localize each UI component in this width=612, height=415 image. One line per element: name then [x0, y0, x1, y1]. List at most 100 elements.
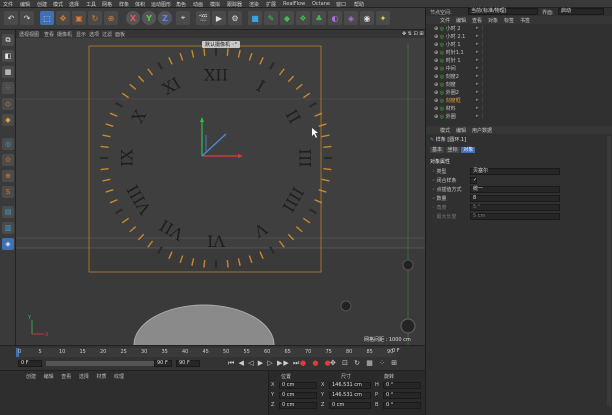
coord-size-field[interactable]: 146.531 cm	[329, 382, 371, 389]
menu-window[interactable]: 窗口	[336, 1, 346, 8]
light-icon[interactable]: ✦	[376, 11, 390, 25]
attr-scrollbar[interactable]	[607, 136, 611, 406]
scale-tool-icon[interactable]: ▣	[72, 11, 86, 25]
edges-mode-icon[interactable]: ◇	[2, 98, 14, 110]
undo-icon[interactable]: ↶	[4, 11, 18, 25]
model-mode-icon[interactable]: ◧	[2, 50, 14, 62]
end-frame-field-2[interactable]: 90 F	[176, 360, 200, 367]
visibility-dots-icon[interactable]: ▸ ⋮	[476, 97, 485, 103]
om-menu-file[interactable]: 文件	[440, 17, 450, 24]
menu-character[interactable]: 角色	[176, 1, 186, 8]
coord-position-field[interactable]: 0 cm	[279, 392, 317, 399]
grid-icon[interactable]: ▤	[2, 206, 14, 218]
end-frame-field[interactable]: 90 F	[154, 360, 172, 367]
material-menu-create[interactable]: 创建	[26, 374, 36, 380]
lock-workplane-icon[interactable]: ▥	[2, 222, 14, 234]
tab-coord[interactable]: 坐标	[445, 147, 460, 153]
attr-property-field[interactable]: 统一	[470, 186, 560, 193]
tree-item[interactable]: ⊕ ◎ 外圈2 ▸ ⋮	[434, 89, 609, 96]
camera-icon[interactable]: ◉	[360, 11, 374, 25]
cloner-icon[interactable]: ❖	[296, 11, 310, 25]
viewport-perspective-label[interactable]: 透视视图	[19, 31, 39, 38]
solo-icon[interactable]: ◈	[2, 238, 14, 250]
tab-object[interactable]: 对象	[461, 147, 476, 153]
om-menu-tags[interactable]: 标签	[504, 17, 514, 24]
visibility-dots-icon[interactable]: ▸ ⋮	[476, 25, 485, 31]
viewport-menu-panel[interactable]: 面板	[115, 31, 125, 38]
tree-item[interactable]: ⊕ ◎ 小时 2.1 ▸ ⋮	[434, 33, 609, 40]
coord-size-field[interactable]: 146.531 cm	[329, 392, 371, 399]
viewport-nav-icon[interactable]: ✥ ⇅ ⊡ ⊞	[402, 31, 424, 37]
coord-system-icon[interactable]: ⌖	[176, 11, 190, 25]
rotate-tool-icon[interactable]: ↻	[88, 11, 102, 25]
menu-render[interactable]: 渲染	[249, 1, 259, 8]
material-menu-select[interactable]: 选择	[79, 374, 89, 380]
field-icon[interactable]: ◈	[344, 11, 358, 25]
material-menu-edit[interactable]: 编辑	[44, 374, 54, 380]
timeline-ruler[interactable]: 0 5 10 15 20 25 30 35 40 45 50 55 60 65 70 75 80 85 90	[16, 348, 396, 357]
mograph-icon[interactable]: ♣	[312, 11, 326, 25]
coord-rotation-field[interactable]: 0 °	[383, 382, 421, 389]
coord-rotation-field[interactable]: 0 °	[383, 392, 421, 399]
tab-basic[interactable]: 基本	[430, 147, 445, 153]
viewport-menu-view[interactable]: 查看	[44, 31, 54, 38]
material-menu-material[interactable]: 材质	[96, 374, 106, 380]
deformer-icon[interactable]: ◐	[328, 11, 342, 25]
tree-item[interactable]: ⊕ ◎ 时针1.1 ▸ ⋮	[434, 49, 609, 56]
polygons-mode-icon[interactable]: ◆	[2, 114, 14, 126]
om-menu-view[interactable]: 查看	[472, 17, 482, 24]
material-menu-texture[interactable]: 纹理	[114, 374, 124, 380]
workplane-icon[interactable]: ⊙	[2, 154, 14, 166]
texture-mode-icon[interactable]: ▦	[2, 66, 14, 78]
make-editable-icon[interactable]: ⧉	[2, 34, 14, 46]
tree-item[interactable]: ⊕ ◎ 小时 2 ▸ ⋮	[434, 25, 609, 32]
spline-pen-icon[interactable]: ✎	[264, 11, 278, 25]
attr-menu-mode[interactable]: 模式	[440, 127, 450, 134]
tree-item[interactable]: ⊕ ◎ 材料 ▸ ⋮	[434, 105, 609, 112]
menu-simulate[interactable]: 模拟	[210, 1, 220, 8]
visibility-dots-icon[interactable]: ▸ ⋮	[476, 73, 485, 79]
visibility-dots-icon[interactable]: ▸ ⋮	[476, 105, 485, 111]
viewport-3d[interactable]: XII I II III IIII V VI VII VIII IX X XI Y X 默认摄像机 ◦…	[16, 38, 425, 345]
render-picture-icon[interactable]: ▶	[212, 11, 226, 25]
tree-item[interactable]: ⊕ ◎ 中间 ▸ ⋮	[434, 65, 609, 72]
points-mode-icon[interactable]: ⁘	[2, 82, 14, 94]
menu-extensions[interactable]: 扩展	[266, 1, 276, 8]
om-menu-bookmarks[interactable]: 书签	[520, 17, 530, 24]
render-settings-icon[interactable]: ⚙	[228, 11, 242, 25]
visibility-dots-icon[interactable]: ▸ ⋮	[476, 81, 485, 87]
subdivision-icon[interactable]: ◆	[280, 11, 294, 25]
visibility-dots-icon[interactable]: ▸ ⋮	[476, 89, 485, 95]
x-axis-lock-icon[interactable]: X	[126, 11, 140, 25]
visibility-dots-icon[interactable]: ▸ ⋮	[476, 33, 485, 39]
menu-help[interactable]: 帮助	[354, 1, 364, 8]
coord-position-field[interactable]: 0 cm	[279, 402, 317, 409]
menu-mode[interactable]: 模式	[53, 1, 63, 8]
start-frame-field[interactable]: 0 F	[18, 360, 42, 367]
redo-icon[interactable]: ↷	[20, 11, 34, 25]
snap-icon[interactable]: ◎	[2, 138, 14, 150]
viewport-menu-cameras[interactable]: 摄像机	[57, 31, 72, 38]
menu-select[interactable]: 选择	[69, 1, 79, 8]
menu-create[interactable]: 创建	[37, 1, 47, 8]
move-tool-icon[interactable]: ✥	[56, 11, 70, 25]
playback-controls[interactable]: ⏮ ◀ ◁ ▶ ▷ ▶▶ ⏭	[228, 359, 300, 368]
visibility-dots-icon[interactable]: ▸ ⋮	[476, 49, 485, 55]
cube-icon[interactable]: ■	[248, 11, 262, 25]
menu-file[interactable]: 文件	[3, 1, 13, 8]
material-menu-view[interactable]: 查看	[61, 374, 71, 380]
render-view-icon[interactable]: 🎬	[196, 11, 210, 25]
attr-property-field[interactable]: ✓	[470, 177, 477, 184]
coord-size-field[interactable]: 0 cm	[329, 402, 371, 409]
menu-animate[interactable]: 动画	[193, 1, 203, 8]
viewport-menu-options[interactable]: 选项	[89, 31, 99, 38]
menu-octane[interactable]: Octane	[312, 1, 330, 7]
menu-edit[interactable]: 编辑	[20, 1, 30, 8]
visibility-dots-icon[interactable]: ▸ ⋮	[476, 41, 485, 47]
viewport-menu-filter[interactable]: 过滤	[102, 31, 112, 38]
menu-spline[interactable]: 样条	[119, 1, 129, 8]
attr-property-field[interactable]: 8	[470, 195, 560, 202]
coord-rotation-field[interactable]: 0 °	[383, 402, 421, 409]
visibility-dots-icon[interactable]: ▸ ⋮	[476, 113, 485, 119]
om-menu-object[interactable]: 对象	[488, 17, 498, 24]
